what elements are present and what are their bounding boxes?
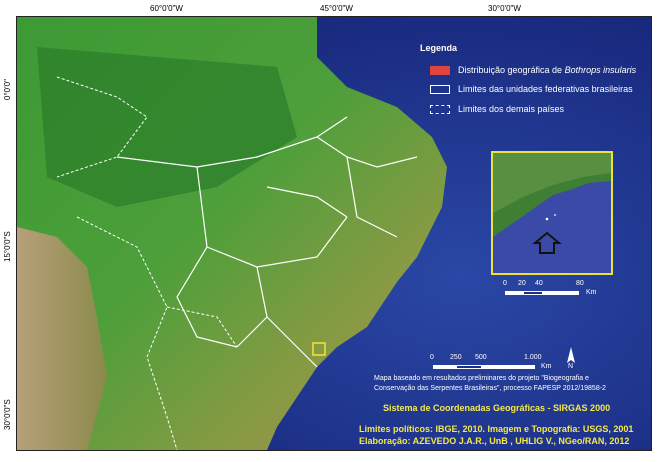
legend-state-limits-label: Limites das unidades federativas brasile… <box>458 84 633 94</box>
legend: Legenda Distribuição geográfica de Bothr… <box>412 37 651 127</box>
inset-scale-tick-40: 40 <box>535 280 543 287</box>
credits-line-2: Elaboração: AZEVEDO J.A.R., UnB , UHLIG … <box>359 436 630 446</box>
main-scale-unit: Km <box>541 363 552 370</box>
legend-distribution-label: Distribuição geográfica de Bothrops insu… <box>458 65 637 75</box>
inset-map <box>491 151 613 275</box>
longitude-label-30w: 30°0'0"W <box>488 4 521 13</box>
longitude-label-60w: 60°0'0"W <box>150 4 183 13</box>
latitude-label-15s: 15°0'0"S <box>3 231 12 262</box>
inset-scale-tick-80: 80 <box>576 280 584 287</box>
legend-country-limits-label: Limites dos demais países <box>458 104 565 114</box>
inset-terrain <box>493 153 611 273</box>
north-label: N <box>568 363 574 370</box>
inset-scale-unit: Km <box>586 289 597 296</box>
map-frame: 60°0'0"W 45°0'0"W 30°0'0"W 0°0'0" 15°0'0… <box>0 0 657 462</box>
note-line-1: Mapa baseado em resultados preliminares … <box>374 375 589 382</box>
country-limits-swatch <box>430 105 450 114</box>
main-scale-tick-250: 250 <box>450 354 462 361</box>
longitude-label-45w: 45°0'0"W <box>320 4 353 13</box>
coordinate-system: Sistema de Coordenadas Geográficas - SIR… <box>383 403 611 413</box>
legend-title: Legenda <box>420 43 458 53</box>
note-line-2: Conservação das Serpentes Brasileiras", … <box>374 385 606 392</box>
distribution-swatch <box>430 66 450 75</box>
state-limits-swatch <box>430 85 450 94</box>
main-scale-tick-1000: 1.000 <box>524 354 542 361</box>
latitude-label-30s: 30°0'0"S <box>3 399 12 430</box>
latitude-label-0: 0°0'0" <box>3 79 12 100</box>
map-canvas: Legenda Distribuição geográfica de Bothr… <box>16 16 652 451</box>
main-scale-tick-500: 500 <box>475 354 487 361</box>
north-arrow: N <box>566 347 576 370</box>
inset-scale-tick-0: 0 <box>503 280 507 287</box>
credits-line-1: Limites políticos: IBGE, 2010. Imagem e … <box>359 424 634 434</box>
main-scale-tick-0: 0 <box>430 354 434 361</box>
inset-scale-tick-20: 20 <box>518 280 526 287</box>
